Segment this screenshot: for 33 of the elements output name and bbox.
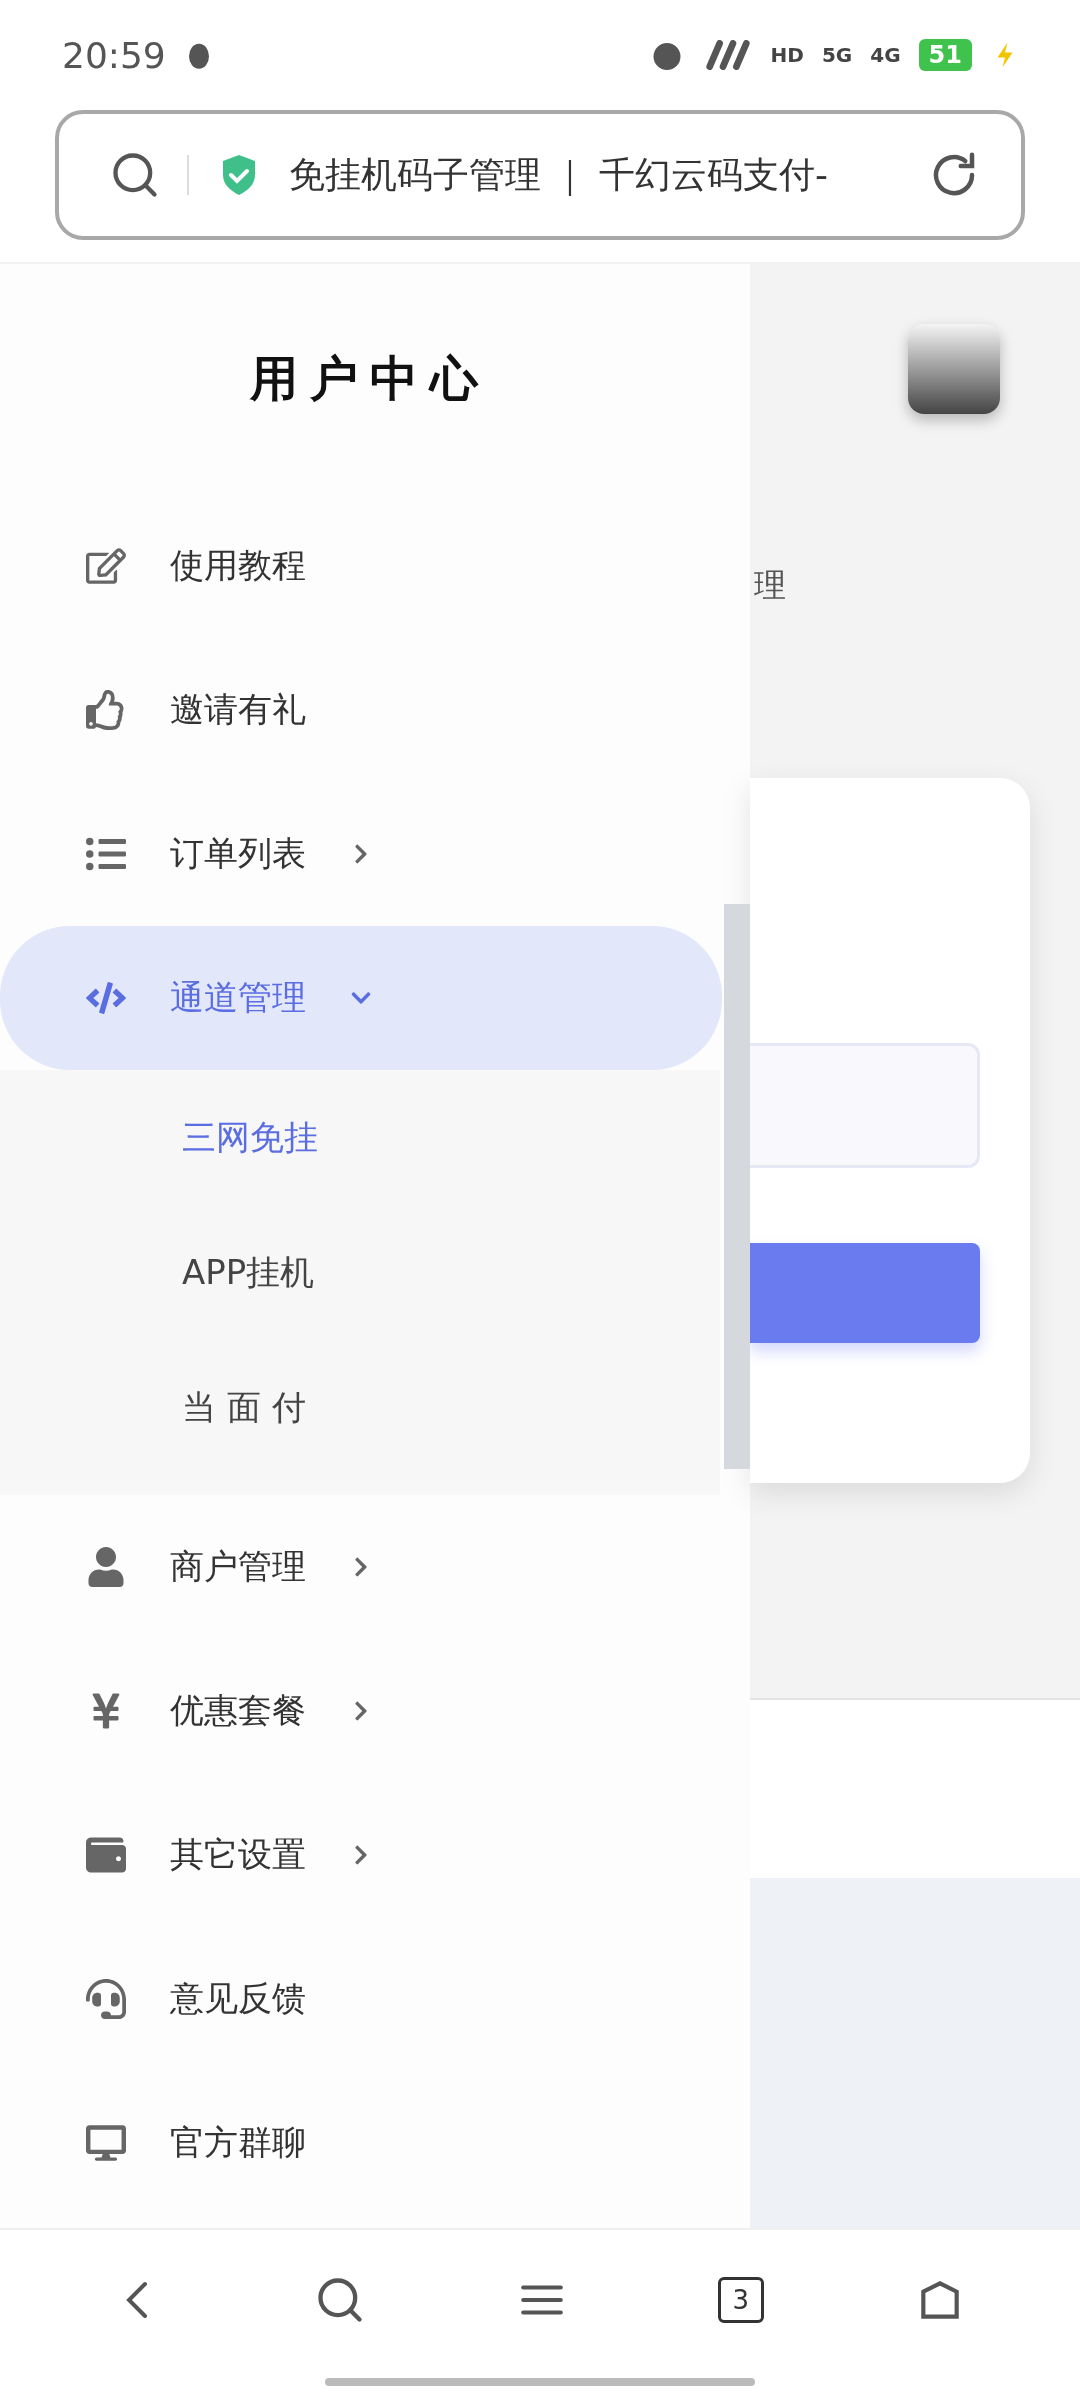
- home-indicator[interactable]: [325, 2378, 755, 2386]
- input-field[interactable]: [750, 1043, 980, 1168]
- submenu-item[interactable]: 当 面 付: [0, 1340, 720, 1475]
- page-title: 免挂机码子管理 ｜ 千幻云码支付-: [289, 152, 829, 198]
- submenu-item[interactable]: 三网免挂: [0, 1070, 720, 1205]
- menu-item[interactable]: 意见反馈: [0, 1927, 720, 2071]
- menu-item[interactable]: 通道管理: [0, 926, 722, 1070]
- user-icon: [86, 1547, 126, 1587]
- drawer-title: 用户中心: [248, 349, 491, 408]
- menu-item[interactable]: 商户管理: [0, 1495, 720, 1639]
- menu-item[interactable]: 订单列表: [0, 782, 720, 926]
- edit-icon: [86, 546, 126, 586]
- submenu-item[interactable]: APP挂机: [0, 1205, 720, 1340]
- monitor-icon: [86, 2123, 126, 2163]
- submit-button[interactable]: [750, 1243, 980, 1343]
- menu-item[interactable]: 优惠套餐: [0, 1639, 720, 1783]
- scrollbar-thumb[interactable]: [724, 904, 750, 1469]
- network-label: HD: [770, 43, 804, 67]
- battery-level: 51: [918, 39, 972, 71]
- heading-fragment: 理: [754, 565, 786, 606]
- menu-item[interactable]: 其它设置: [0, 1783, 720, 1927]
- tabs-button[interactable]: 3: [717, 2277, 764, 2323]
- menu-item[interactable]: 使用教程: [0, 494, 720, 638]
- menu-item[interactable]: 邀请有礼: [0, 638, 720, 782]
- wallet-icon: [86, 1835, 126, 1875]
- clock-time: 20:59: [62, 34, 166, 76]
- network-label: 4G: [870, 43, 901, 67]
- address-bar[interactable]: 免挂机码子管理 ｜ 千幻云码支付-: [55, 110, 1025, 240]
- network-label: 5G: [821, 43, 853, 67]
- menu-item[interactable]: 官方群聊: [0, 2071, 720, 2215]
- thumbs-up-icon: [86, 690, 126, 730]
- avatar[interactable]: [908, 324, 1000, 414]
- headset-icon: [86, 1979, 126, 2019]
